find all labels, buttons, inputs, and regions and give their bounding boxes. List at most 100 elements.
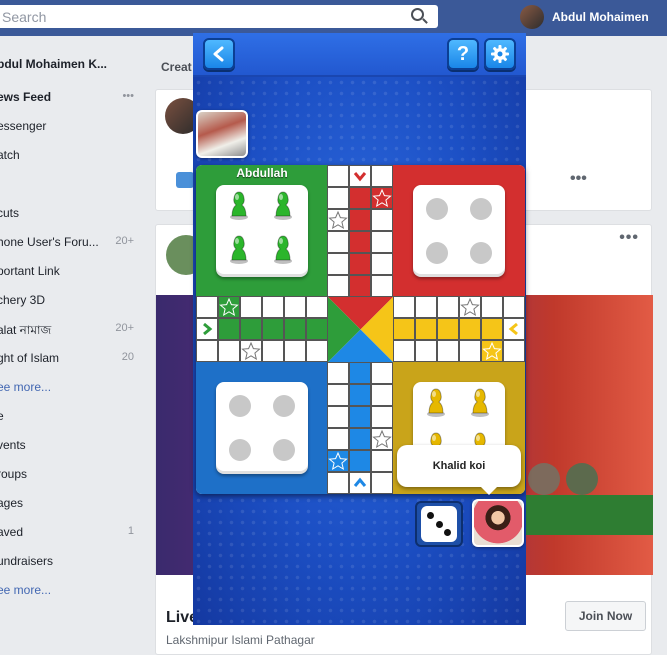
photo-icon[interactable] [176, 172, 194, 188]
board-cell [349, 209, 371, 231]
board-cell [327, 384, 349, 406]
settings-button[interactable] [484, 38, 516, 70]
search-icon[interactable] [411, 8, 424, 21]
sidebar-item[interactable]: ews Feed ••• [0, 82, 150, 111]
sidebar-item-count: ••• [122, 90, 134, 102]
sidebar-item[interactable]: alat নামাজ 20+ [0, 314, 150, 343]
board-cell [371, 450, 393, 472]
board-cell [371, 165, 393, 187]
board-cell [437, 296, 459, 318]
player-name-top: Abdullah [236, 166, 288, 180]
safe-star-icon [240, 340, 262, 362]
more-options-icon[interactable]: ••• [570, 170, 587, 188]
sidebar-item[interactable]: essenger [0, 111, 150, 140]
board-cell [415, 340, 437, 362]
board-center [328, 297, 393, 362]
board-cell [371, 231, 393, 253]
post-subtitle[interactable]: Lakshmipur Islami Pathagar [166, 633, 315, 647]
sidebar-item[interactable]: aved 1 [0, 517, 150, 546]
sidebar-item[interactable]: e [0, 401, 150, 430]
profile-link[interactable]: Abdul Mohaimen [520, 5, 649, 29]
board-cell [262, 296, 284, 318]
board-cell [481, 296, 503, 318]
green-token-icon[interactable] [228, 234, 250, 269]
post-menu-icon[interactable]: ••• [619, 229, 639, 247]
board-cell [481, 318, 503, 340]
see-more-link[interactable]: ee more... [0, 575, 150, 604]
back-button[interactable] [203, 38, 235, 70]
green-home: Abdullah [196, 165, 328, 297]
sidebar-item-label: hone User's Foru... [0, 235, 99, 249]
empty-token-slot [426, 242, 448, 264]
create-post-label: Creat [161, 60, 192, 74]
board-cell [306, 296, 328, 318]
board-cell [349, 450, 371, 472]
empty-token-slot [229, 395, 251, 417]
board-cell [306, 318, 328, 340]
empty-token-slot [470, 198, 492, 220]
game-header: ? [193, 33, 526, 77]
back-arrow-icon [213, 46, 224, 62]
sidebar-item-label: undraisers [0, 554, 54, 568]
help-button[interactable]: ? [447, 38, 479, 70]
sidebar-item[interactable]: undraisers [0, 546, 150, 575]
player-avatar-abdullah[interactable] [196, 110, 248, 158]
blue-home [196, 362, 328, 494]
board-cell [459, 318, 481, 340]
green-home-yard [216, 185, 308, 277]
board-cell [284, 296, 306, 318]
board-cell [349, 187, 371, 209]
sidebar-item[interactable]: ght of Islam 20 [0, 343, 150, 372]
sidebar-profile[interactable]: bdul Mohaimen K... [0, 44, 150, 82]
board-cell [196, 340, 218, 362]
sidebar-item-label: ee more... [0, 583, 52, 597]
board-cell [327, 362, 349, 384]
sidebar-profile-name: bdul Mohaimen K... [0, 57, 107, 71]
sidebar-item[interactable]: atch [0, 140, 150, 169]
board-cell [327, 275, 349, 297]
sidebar-item[interactable]: roups [0, 459, 150, 488]
sidebar-item[interactable]: cuts [0, 198, 150, 227]
board-cell [393, 296, 415, 318]
yellow-token-icon[interactable] [469, 387, 491, 422]
board-cell [503, 340, 525, 362]
empty-token-slot [229, 439, 251, 461]
board-cell [240, 318, 262, 340]
board-cell [371, 362, 393, 384]
player-avatar-khalid[interactable] [472, 499, 524, 547]
sidebar-item-label: essenger [0, 119, 47, 133]
board-cell [437, 318, 459, 340]
dice-button[interactable] [415, 501, 463, 547]
sidebar-item[interactable] [0, 169, 150, 198]
board-cell [349, 362, 371, 384]
board-cell [459, 340, 481, 362]
green-token-icon[interactable] [228, 190, 250, 225]
sidebar-item-count: 20+ [115, 322, 134, 334]
blue-entry-arrow-icon [349, 472, 371, 494]
green-token-icon[interactable] [272, 234, 294, 269]
sidebar-item[interactable]: ages [0, 488, 150, 517]
player-name-bubble: Khalid koi [397, 445, 521, 495]
dice-pip [427, 512, 434, 519]
left-sidebar: bdul Mohaimen K... ews Feed ••• essenger at… [0, 44, 150, 604]
sidebar-nav: ews Feed ••• essenger atch cuts hone User's F… [0, 82, 150, 604]
board-cell [327, 253, 349, 275]
board-cell [371, 209, 393, 231]
sidebar-item-label: aved [0, 525, 24, 539]
sidebar-item[interactable]: hone User's Foru... 20+ [0, 227, 150, 256]
sidebar-item[interactable]: portant Link [0, 256, 150, 285]
green-token-icon[interactable] [272, 190, 294, 225]
board-cell [349, 275, 371, 297]
yellow-token-icon[interactable] [425, 387, 447, 422]
board-cell [437, 340, 459, 362]
sidebar-item-label: ght of Islam [0, 351, 60, 365]
see-more-link[interactable]: ee more... [0, 372, 150, 401]
join-now-button[interactable]: Join Now [565, 601, 646, 631]
sidebar-item[interactable]: chery 3D [0, 285, 150, 314]
sidebar-item[interactable]: vents [0, 430, 150, 459]
search-input[interactable]: Search [0, 5, 438, 28]
empty-token-slot [273, 395, 295, 417]
sidebar-item-label: portant Link [0, 264, 60, 278]
board-cell [240, 296, 262, 318]
dice-pip [436, 521, 443, 528]
